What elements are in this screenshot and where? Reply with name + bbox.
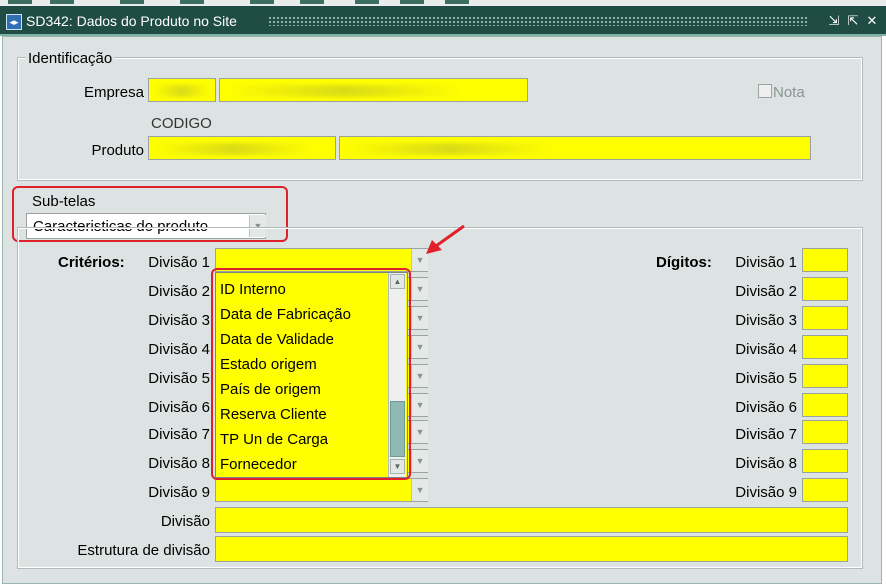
criterio-dropdown-button[interactable]: ▼ — [411, 421, 428, 443]
criterio-dropdown-button[interactable]: ▼ — [411, 307, 428, 329]
criterio-divisao-label: Divisão 7 — [148, 426, 210, 443]
criterio-select-9[interactable]: ▼ — [215, 478, 428, 502]
titlebar-grip — [268, 16, 808, 26]
criterio-dropdown-button[interactable]: ▼ — [411, 365, 428, 387]
criterio-dropdown-button[interactable]: ▼ — [411, 479, 428, 501]
digito-divisao-label: Divisão 1 — [735, 254, 797, 271]
digito-field-2[interactable] — [802, 277, 848, 301]
criterio-divisao-label: Divisão 3 — [148, 312, 210, 329]
criterio-divisao-label: Divisão 5 — [148, 370, 210, 387]
criterio-divisao-label: Divisão 1 — [148, 254, 210, 271]
criterio-divisao-label: Divisão 9 — [148, 484, 210, 501]
digito-field-1[interactable] — [802, 248, 848, 272]
digito-field-3[interactable] — [802, 306, 848, 330]
produto-code-field[interactable] — [148, 136, 336, 160]
digito-divisao-label: Divisão 6 — [735, 399, 797, 416]
digito-field-7[interactable] — [802, 420, 848, 444]
divisao-label: Divisão — [160, 513, 210, 530]
app-window-icon: ◂▸ — [6, 14, 22, 30]
criterio-divisao-label: Divisão 4 — [148, 341, 210, 358]
window-title: SD342: Dados do Produto no Site — [26, 13, 237, 29]
close-icon[interactable]: ✕ — [864, 13, 880, 29]
window-titlebar[interactable]: ◂▸ SD342: Dados do Produto no Site ⇲ ⇱ ✕ — [0, 6, 886, 36]
nota-checkbox[interactable] — [758, 84, 772, 98]
codigo-caption: CODIGO — [151, 115, 212, 132]
digito-divisao-label: Divisão 3 — [735, 312, 797, 329]
digito-divisao-label: Divisão 8 — [735, 455, 797, 472]
estrutura-divisao-field[interactable] — [215, 536, 848, 562]
criterio-divisao-label: Divisão 2 — [148, 283, 210, 300]
digito-divisao-label: Divisão 5 — [735, 370, 797, 387]
identificacao-group — [17, 57, 863, 181]
dropdown-highlight — [211, 268, 411, 480]
digito-field-6[interactable] — [802, 393, 848, 417]
divisao-field[interactable] — [215, 507, 848, 533]
digito-divisao-label: Divisão 7 — [735, 426, 797, 443]
criterio-dropdown-button[interactable]: ▼ — [411, 450, 428, 472]
produto-label: Produto — [91, 142, 144, 159]
criterio-dropdown-button[interactable]: ▼ — [411, 394, 428, 416]
restore-icon[interactable]: ⇱ — [845, 13, 861, 29]
criterio-dropdown-button[interactable]: ▼ — [411, 336, 428, 358]
empresa-code-field[interactable] — [148, 78, 216, 102]
digito-divisao-label: Divisão 9 — [735, 484, 797, 501]
nota-label: Nota — [773, 84, 805, 101]
digito-field-8[interactable] — [802, 449, 848, 473]
digitos-label: Dígitos: — [656, 254, 712, 271]
produto-name-field[interactable] — [339, 136, 811, 160]
criterio-dropdown-button[interactable]: ▼ — [411, 278, 428, 300]
empresa-label: Empresa — [83, 84, 144, 101]
digito-field-5[interactable] — [802, 364, 848, 388]
criterios-label: Critérios: — [58, 254, 125, 271]
digito-divisao-label: Divisão 4 — [735, 341, 797, 358]
minimize-icon[interactable]: ⇲ — [826, 13, 842, 29]
criterio-divisao-label: Divisão 6 — [148, 399, 210, 416]
estrutura-divisao-label: Estrutura de divisão — [77, 542, 210, 559]
digito-divisao-label: Divisão 2 — [735, 283, 797, 300]
digito-field-9[interactable] — [802, 478, 848, 502]
digito-field-4[interactable] — [802, 335, 848, 359]
identificacao-label: Identificação — [26, 50, 115, 67]
criterio-divisao-label: Divisão 8 — [148, 455, 210, 472]
empresa-name-field[interactable] — [219, 78, 528, 102]
red-arrow-icon — [426, 224, 465, 254]
